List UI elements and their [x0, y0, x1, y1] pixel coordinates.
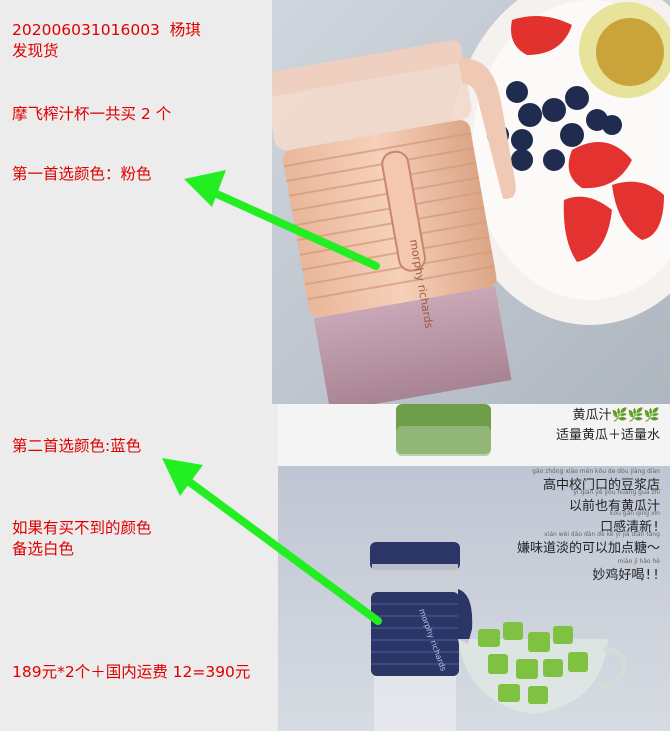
order-status: 发现货 [12, 42, 59, 60]
first-color-choice: 第一首选颜色：粉色 [12, 165, 152, 183]
blue-cup-photo: morphy richards 黄瓜汁🌿🌿🌿 适量黄瓜＋适量水 gāo zhōn… [278, 404, 670, 731]
caption-line-2: 适量黄瓜＋适量水 [555, 428, 660, 443]
caption-line-1: 黄瓜汁🌿🌿🌿 [572, 408, 660, 423]
pink-cup-illustration: morphy richards [272, 0, 670, 404]
order-note-top: 202006031016003 杨琪 发现货 摩飞榨汁杯一共买 2 个 第一首选… [0, 0, 272, 404]
fallback-line-2: 备选白色 [12, 540, 75, 558]
fallback-line-1: 如果有买不到的颜色 [12, 519, 152, 537]
order-note-bottom: 第二首选颜色:蓝色 如果有买不到的颜色 备选白色 189元*2个＋国内运费 12… [0, 404, 278, 731]
product-quantity-line: 摩飞榨汁杯一共买 2 个 [12, 105, 172, 123]
second-color-choice: 第二首选颜色:蓝色 [12, 437, 142, 455]
order-id-line: 202006031016003 杨琪 [12, 21, 201, 39]
caption-line-6: 嫌味道淡的可以加点糖～ [516, 541, 660, 556]
caption-line-7: 妙鸡好喝!! [592, 568, 660, 583]
pink-cup-photo: morphy richards [272, 0, 670, 404]
price-total-line: 189元*2个＋国内运费 12=390元 [12, 663, 251, 681]
